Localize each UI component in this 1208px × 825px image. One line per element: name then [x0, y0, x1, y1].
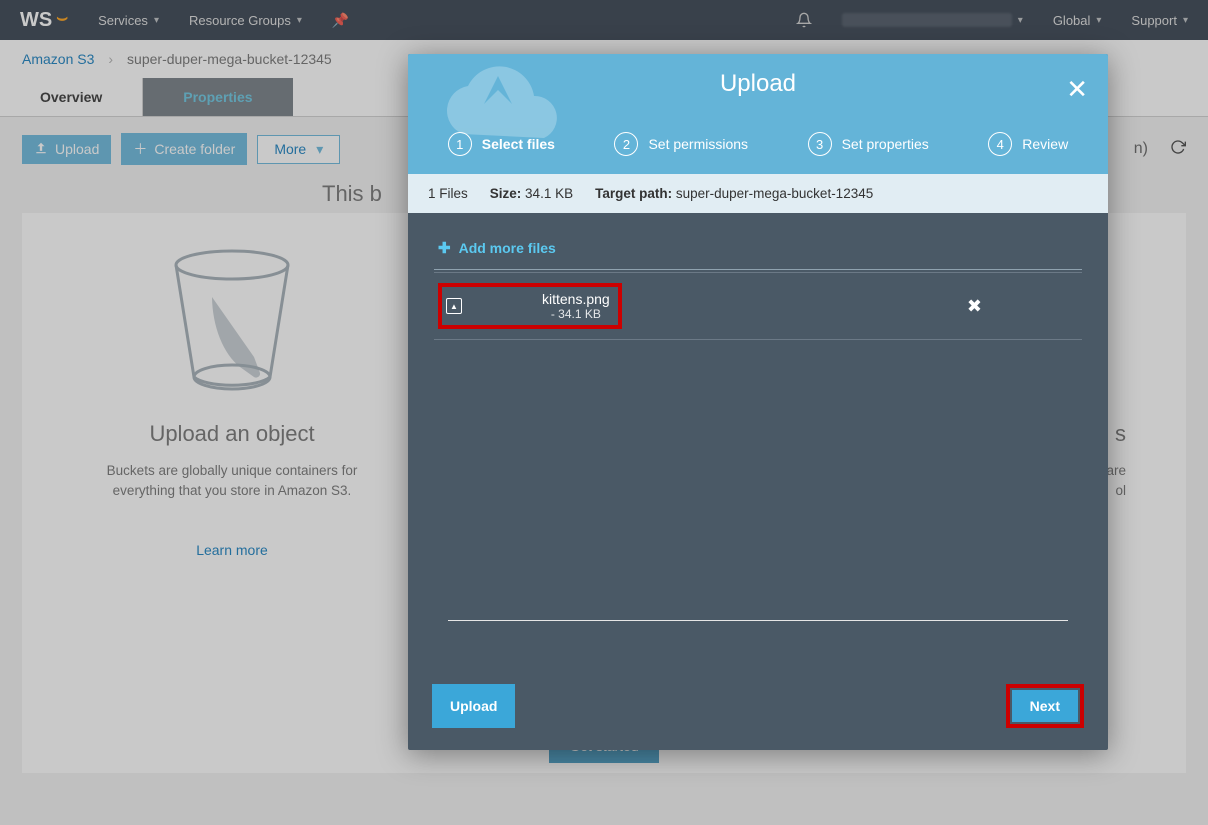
file-size: - 34.1 KB [542, 307, 610, 321]
more-dropdown[interactable]: More ▾ [257, 135, 340, 164]
size-label: Size: [490, 186, 522, 201]
create-folder-label: Create folder [154, 141, 235, 157]
target-label: Target path: [595, 186, 672, 201]
modal-next-button[interactable]: Next [1012, 690, 1078, 722]
step-num: 2 [614, 132, 638, 156]
step-label: Select files [482, 136, 555, 152]
modal-upload-button[interactable]: Upload [432, 684, 515, 728]
nav-region-label: Global [1053, 13, 1091, 28]
aws-logo-swoosh: ⌣ [56, 7, 68, 28]
nav-services[interactable]: Services ▾ [98, 13, 159, 28]
modal-footer: Upload Next [408, 666, 1108, 750]
step-set-properties[interactable]: 3 Set properties [808, 132, 929, 156]
step-num: 1 [448, 132, 472, 156]
file-name: kittens.png [542, 291, 610, 307]
nav-support[interactable]: Support ▾ [1131, 13, 1188, 28]
breadcrumb-root[interactable]: Amazon S3 [22, 51, 94, 67]
size-field: Size: 34.1 KB [490, 186, 573, 201]
file-row: ▲ kittens.png - 34.1 KB ✖ [434, 272, 1082, 340]
upload-icon [34, 141, 48, 158]
breadcrumb-bucket: super-duper-mega-bucket-12345 [127, 51, 332, 67]
card-upload-title: Upload an object [82, 421, 382, 447]
size-value: 34.1 KB [525, 186, 573, 201]
aws-logo-text: WS [20, 9, 52, 32]
aws-logo[interactable]: WS ⌣ [20, 9, 68, 32]
plus-icon: ✚ [438, 239, 451, 257]
step-num: 4 [988, 132, 1012, 156]
nav-resource-groups[interactable]: Resource Groups ▾ [189, 13, 302, 28]
pin-icon[interactable]: 📌 [332, 12, 349, 29]
step-set-permissions[interactable]: 2 Set permissions [614, 132, 748, 156]
tab-overview[interactable]: Overview [0, 78, 143, 116]
step-label: Review [1022, 136, 1068, 152]
chevron-down-icon: ▾ [1018, 15, 1023, 26]
top-nav: WS ⌣ Services ▾ Resource Groups ▾ 📌 ▾ Gl… [0, 0, 1208, 40]
add-more-files[interactable]: ✚ Add more files [434, 233, 1082, 263]
nav-account[interactable]: ▾ [842, 13, 1023, 27]
target-field: Target path: super-duper-mega-bucket-123… [595, 186, 873, 201]
add-more-label: Add more files [459, 240, 556, 256]
bucket-icon [152, 247, 312, 397]
nav-resource-groups-label: Resource Groups [189, 13, 291, 28]
bell-icon[interactable] [796, 12, 812, 28]
chevron-down-icon: ▾ [297, 15, 302, 26]
modal-body: ✚ Add more files ▲ kittens.png - 34.1 KB… [408, 213, 1108, 666]
step-label: Set properties [842, 136, 929, 152]
upload-button-label: Upload [55, 141, 99, 157]
step-num: 3 [808, 132, 832, 156]
learn-more-link[interactable]: Learn more [82, 542, 382, 558]
breadcrumb-sep: › [108, 51, 113, 67]
region-text-truncated: n) [1134, 140, 1148, 158]
files-count: 1 Files [428, 186, 468, 201]
nav-services-label: Services [98, 13, 148, 28]
create-folder-button[interactable]: ＋ Create folder [121, 133, 247, 165]
nav-support-label: Support [1131, 13, 1177, 28]
tab-properties[interactable]: Properties [143, 78, 292, 116]
chevron-down-icon: ▾ [1183, 15, 1188, 26]
chevron-down-icon: ▾ [316, 141, 323, 158]
upload-modal: Upload ✕ 1 Select files 2 Set permission… [408, 54, 1108, 750]
chevron-down-icon: ▾ [1096, 15, 1101, 26]
refresh-icon[interactable] [1170, 139, 1186, 160]
nav-region[interactable]: Global ▾ [1053, 13, 1102, 28]
modal-header: Upload ✕ 1 Select files 2 Set permission… [408, 54, 1108, 174]
upload-summary-bar: 1 Files Size: 34.1 KB Target path: super… [408, 174, 1108, 213]
account-name-blurred [842, 13, 1012, 27]
close-icon[interactable]: ✕ [1066, 74, 1088, 105]
plus-icon: ＋ [133, 139, 147, 159]
step-label: Set permissions [648, 136, 748, 152]
image-file-icon: ▲ [446, 298, 462, 314]
remove-file-icon[interactable]: ✖ [967, 296, 982, 317]
card-upload-desc: Buckets are globally unique containers f… [82, 461, 382, 500]
step-select-files[interactable]: 1 Select files [448, 132, 555, 156]
upload-button[interactable]: Upload [22, 135, 111, 164]
empty-card-upload: Upload an object Buckets are globally un… [82, 247, 382, 739]
target-value: super-duper-mega-bucket-12345 [676, 186, 873, 201]
wizard-steps: 1 Select files 2 Set permissions 3 Set p… [408, 132, 1108, 156]
chevron-down-icon: ▾ [154, 15, 159, 26]
step-review[interactable]: 4 Review [988, 132, 1068, 156]
more-label: More [274, 141, 306, 157]
